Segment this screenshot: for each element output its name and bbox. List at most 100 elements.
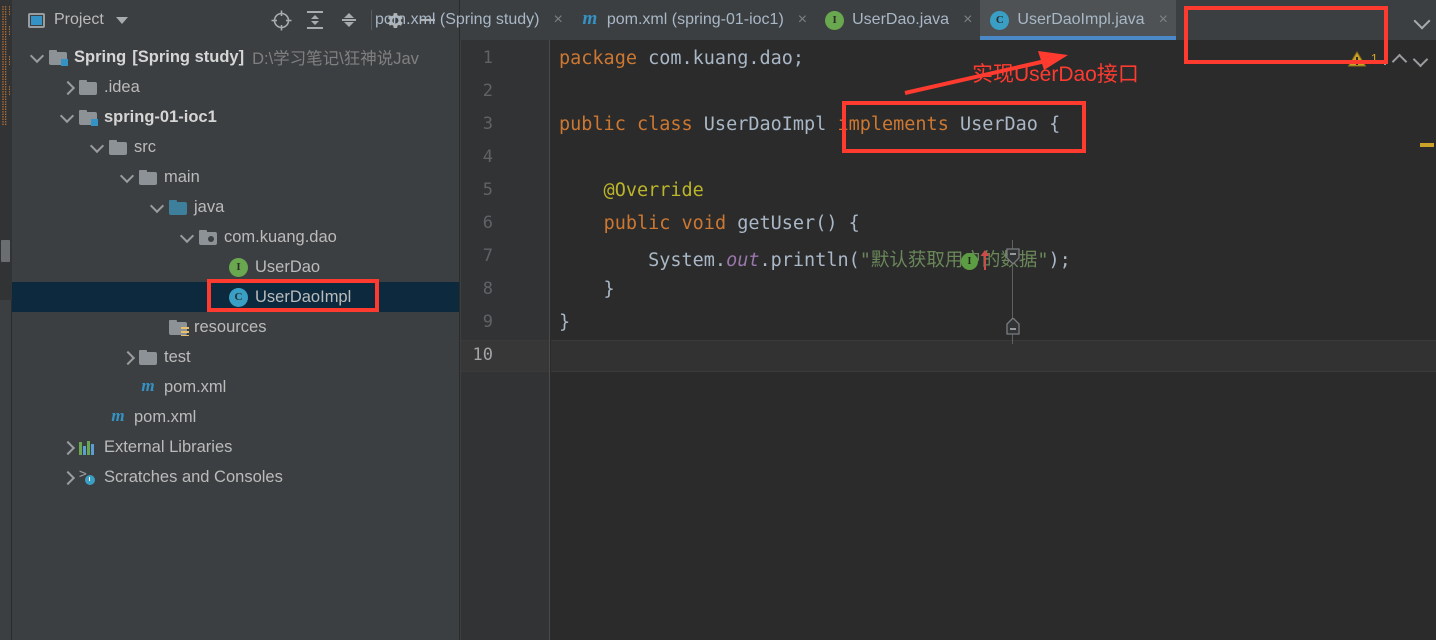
chevron-right-icon[interactable] — [60, 440, 75, 455]
code-editor[interactable]: 1 2 3 4 5 6 7 8 9 10 package com.kuang.dao; public… — [461, 40, 1436, 640]
tabs-overflow-area — [1414, 0, 1430, 40]
editor-tab-userdaoimpl-java[interactable]: C UserDaoImpl.java × — [980, 0, 1176, 40]
tree-item-com-kuang-dao[interactable]: com.kuang.dao — [12, 222, 459, 252]
tree-item-spring[interactable]: Spring [Spring study] D:\学习笔记\狂神说Jav — [12, 42, 459, 72]
line-number: 5 — [482, 180, 493, 200]
editor-tab-userdao-java[interactable]: I UserDao.java × — [815, 0, 980, 40]
fold-collapse-icon[interactable] — [1006, 248, 1020, 265]
code-token: UserDao — [959, 114, 1038, 135]
editor-tab-label: pom.xml (spring-01-ioc1) — [606, 11, 784, 28]
project-panel-title: Project — [54, 11, 104, 28]
tree-item-label: pom.xml — [134, 407, 197, 426]
code-token: "默认获取用户的数据" — [859, 250, 1049, 271]
tree-item--idea[interactable]: .idea — [12, 72, 459, 102]
locate-target-icon[interactable] — [264, 3, 298, 37]
folder-icon — [109, 139, 127, 155]
tree-item-suffix: [Spring study] — [132, 47, 245, 66]
code-token: getUser — [737, 213, 816, 234]
line-number: 7 — [482, 246, 493, 266]
project-tool-window: Project Spring [Spring study] D:\学习笔记\狂神… — [12, 0, 460, 640]
tree-item-label: java — [194, 197, 225, 216]
tree-item-spring-01-ioc1[interactable]: spring-01-ioc1 — [12, 102, 459, 132]
chevron-right-icon[interactable] — [120, 350, 135, 365]
chevron-up-icon[interactable] — [1392, 54, 1407, 63]
scrollbar-warning-marker[interactable] — [1420, 143, 1434, 147]
tree-item-scratches-and-consoles[interactable]: >_ Scratches and Consoles — [12, 462, 459, 492]
chevron-right-icon[interactable] — [60, 470, 75, 485]
line-number: 1 — [482, 48, 493, 68]
code-text-area[interactable]: package com.kuang.dao; public class UserD… — [551, 40, 1436, 640]
fold-end-icon[interactable] — [1006, 317, 1020, 335]
line-number: 10 — [472, 345, 493, 365]
close-icon[interactable]: × — [554, 12, 563, 28]
interface-icon: I — [825, 10, 845, 30]
editor-tab-pom-xml-spring-study-[interactable]: pom.xml (Spring study) × — [365, 0, 571, 40]
editor-tab-pom-xml-spring-01-ioc1-[interactable]: m pom.xml (spring-01-ioc1) × — [571, 0, 815, 40]
tree-item-resources[interactable]: resources — [12, 312, 459, 342]
chevron-down-icon[interactable] — [90, 140, 105, 155]
line-number: 6 — [482, 213, 493, 233]
chevron-down-icon[interactable] — [120, 170, 135, 185]
code-line[interactable]: System.out.println("默认获取用户的数据"); — [559, 246, 1071, 272]
code-token: System. — [559, 250, 727, 271]
chevron-down-icon[interactable] — [1413, 54, 1428, 63]
editor-tab-bar: pom.xml (Spring study) × m pom.xml (spring-… — [375, 0, 1436, 40]
code-token: package — [559, 48, 649, 69]
tree-item-main[interactable]: main — [12, 162, 459, 192]
code-line[interactable]: package com.kuang.dao; — [559, 48, 804, 69]
chevron-down-icon[interactable] — [115, 16, 128, 24]
chevron-down-icon[interactable] — [180, 230, 195, 245]
tree-item-label: resources — [194, 317, 267, 336]
code-line[interactable]: @Override — [559, 180, 704, 201]
tree-item-label: UserDaoImpl — [255, 287, 352, 306]
code-token: UserDaoImpl — [703, 114, 838, 135]
warning-triangle-icon[interactable] — [1347, 50, 1367, 66]
tree-item-userdaoimpl[interactable]: C UserDaoImpl — [12, 282, 459, 312]
inspection-count: 1 — [1370, 50, 1378, 66]
tree-item-path: D:\学习笔记\狂神说Jav — [252, 50, 419, 68]
editor-gutter[interactable]: 1 2 3 4 5 6 7 8 9 10 — [461, 40, 550, 640]
code-token: ); — [1048, 250, 1071, 271]
tree-item-pom-xml[interactable]: m pom.xml — [12, 402, 459, 432]
chevron-down-icon[interactable] — [1414, 15, 1430, 25]
line-number: 9 — [482, 312, 493, 332]
chevron-down-icon[interactable] — [30, 50, 45, 65]
ide-window: ⣿⣿⣿⣿⣿⣿⣿⣿⣿⣿⣿⣿⣿⣿⣿⣿ Project — [0, 0, 1436, 640]
code-line[interactable]: public void getUser() { — [559, 213, 860, 234]
collapse-all-icon[interactable] — [332, 3, 366, 37]
code-token: public void — [603, 213, 738, 234]
code-token: } — [559, 312, 571, 333]
project-tree[interactable]: Spring [Spring study] D:\学习笔记\狂神说Jav .idea s… — [12, 42, 459, 640]
inspection-widget[interactable]: 1 — [1330, 40, 1436, 76]
editor-tab-label: pom.xml (Spring study) — [375, 11, 540, 28]
tree-item-src[interactable]: src — [12, 132, 459, 162]
tree-item-external-libraries[interactable]: External Libraries — [12, 432, 459, 462]
tree-item-userdao[interactable]: I UserDao — [12, 252, 459, 282]
maven-icon: m — [111, 406, 125, 425]
folder-icon — [139, 349, 157, 365]
chevron-right-icon[interactable] — [60, 80, 75, 95]
chevron-down-icon[interactable] — [150, 200, 165, 215]
maven-icon: m — [141, 376, 155, 395]
code-token: () { — [815, 213, 860, 234]
overriding-method-arrow-icon[interactable] — [980, 250, 990, 270]
tree-item-test[interactable]: test — [12, 342, 459, 372]
left-strip-scroll-thumb[interactable] — [1, 240, 10, 262]
tree-item-java[interactable]: java — [12, 192, 459, 222]
close-icon[interactable]: × — [1159, 12, 1168, 28]
folder-icon — [79, 79, 97, 95]
close-icon[interactable]: × — [963, 12, 972, 28]
tree-item-label: test — [164, 347, 191, 366]
tree-item-label: UserDao — [255, 257, 321, 276]
interface-icon: I — [229, 257, 248, 277]
expand-all-icon[interactable] — [298, 3, 332, 37]
chevron-down-icon[interactable] — [60, 110, 75, 125]
tree-item-pom-xml[interactable]: m pom.xml — [12, 372, 459, 402]
code-line[interactable]: } — [559, 279, 615, 300]
close-icon[interactable]: × — [798, 12, 807, 28]
code-line[interactable]: public class UserDaoImpl implements User… — [559, 114, 1060, 135]
tree-item-label: Scratches and Consoles — [104, 467, 283, 486]
implementing-method-icon[interactable]: I — [961, 253, 978, 270]
editor-tab-label: UserDaoImpl.java — [1017, 11, 1145, 28]
code-line[interactable]: } — [559, 312, 570, 333]
